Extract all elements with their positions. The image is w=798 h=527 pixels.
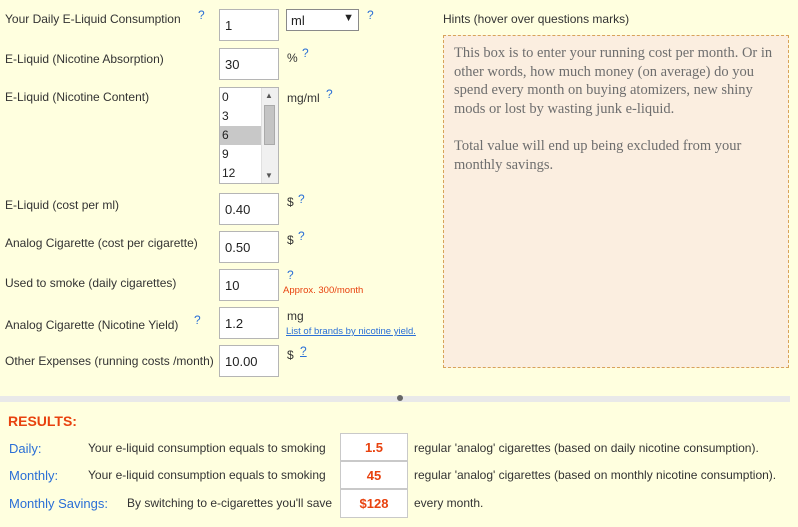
nicotine-yield-unit: mg xyxy=(287,309,304,323)
consumption-unit-select[interactable]: ml ▼ xyxy=(286,9,359,31)
cost-per-ml-input[interactable]: 0.40 xyxy=(219,193,279,225)
hint-paragraph-1: This box is to enter your running cost p… xyxy=(454,45,773,117)
savings-result-value: $128 xyxy=(340,489,408,518)
cost-per-cigarette-help-icon[interactable]: ? xyxy=(298,229,305,243)
section-divider xyxy=(0,395,790,402)
monthly-result-value: 45 xyxy=(340,461,408,489)
divider-handle[interactable] xyxy=(397,395,403,401)
daily-consumption-help-icon[interactable]: ? xyxy=(198,8,205,22)
list-option-selected[interactable]: 6 xyxy=(220,126,262,145)
nicotine-absorption-label: E-Liquid (Nicotine Absorption) xyxy=(5,52,164,66)
hint-paragraph-2: Total value will end up being excluded f… xyxy=(454,138,742,173)
scrollbar-thumb[interactable] xyxy=(264,105,275,145)
daily-cigarettes-note: Approx. 300/month xyxy=(283,285,364,296)
list-option[interactable]: 3 xyxy=(220,107,262,126)
nicotine-content-listbox[interactable]: 0 3 6 9 12 ▲ ▼ xyxy=(219,87,279,184)
daily-cigarettes-input[interactable]: 10 xyxy=(219,269,279,301)
monthly-result-label: Monthly: xyxy=(9,468,59,483)
cost-per-cigarette-label: Analog Cigarette (cost per cigarette) xyxy=(5,236,198,250)
cost-per-ml-label: E-Liquid (cost per ml) xyxy=(5,198,120,212)
hints-title: Hints (hover over questions marks) xyxy=(443,12,630,26)
dropdown-arrow-icon: ▼ xyxy=(343,12,354,24)
daily-cigarettes-help-icon[interactable]: ? xyxy=(287,268,294,282)
cost-per-cigarette-input[interactable]: 0.50 xyxy=(219,231,279,263)
monthly-result-suffix: regular 'analog' cigarettes (based on mo… xyxy=(414,468,777,482)
daily-consumption-input[interactable]: 1 xyxy=(219,9,279,41)
nicotine-absorption-unit: % xyxy=(287,51,298,65)
consumption-unit-value: ml xyxy=(291,12,305,28)
savings-result-prefix: By switching to e-cigarettes you'll save xyxy=(127,496,333,510)
cost-per-ml-help-icon[interactable]: ? xyxy=(298,192,305,206)
cost-per-cigarette-unit: $ xyxy=(287,233,294,247)
nicotine-brands-link[interactable]: List of brands by nicotine yield. xyxy=(286,326,416,337)
nicotine-absorption-input[interactable]: 30 xyxy=(219,48,279,80)
daily-result-suffix: regular 'analog' cigarettes (based on da… xyxy=(414,441,759,455)
savings-result-label: Monthly Savings: xyxy=(9,496,108,511)
nicotine-content-help-icon[interactable]: ? xyxy=(326,87,333,101)
other-expenses-label: Other Expenses (running costs /month) xyxy=(5,354,214,368)
other-expenses-help-icon[interactable]: ? xyxy=(300,344,307,358)
results-title: RESULTS: xyxy=(8,413,77,429)
unit-help-icon[interactable]: ? xyxy=(367,8,374,22)
scroll-up-icon[interactable]: ▲ xyxy=(265,91,273,100)
cost-per-ml-unit: $ xyxy=(287,195,294,209)
list-option[interactable]: 12 xyxy=(220,164,262,183)
other-expenses-input[interactable]: 10.00 xyxy=(219,345,279,377)
list-option[interactable]: 0 xyxy=(220,88,262,107)
listbox-scrollbar[interactable]: ▲ ▼ xyxy=(261,88,278,183)
monthly-result-prefix: Your e-liquid consumption equals to smok… xyxy=(88,468,326,482)
hints-box: This box is to enter your running cost p… xyxy=(443,35,789,368)
other-expenses-unit: $ xyxy=(287,348,294,362)
nicotine-yield-help-icon[interactable]: ? xyxy=(194,313,201,327)
nicotine-absorption-help-icon[interactable]: ? xyxy=(302,46,309,60)
nicotine-content-label: E-Liquid (Nicotine Content) xyxy=(5,90,150,104)
daily-consumption-label: Your Daily E-Liquid Consumption xyxy=(5,12,181,26)
daily-result-prefix: Your e-liquid consumption equals to smok… xyxy=(88,441,326,455)
scroll-down-icon[interactable]: ▼ xyxy=(265,171,273,180)
nicotine-yield-label: Analog Cigarette (Nicotine Yield) xyxy=(5,318,179,332)
daily-result-label: Daily: xyxy=(9,441,42,456)
daily-cigarettes-label: Used to smoke (daily cigarettes) xyxy=(5,276,177,290)
savings-result-suffix: every month. xyxy=(414,496,484,510)
list-option[interactable]: 9 xyxy=(220,145,262,164)
nicotine-content-unit: mg/ml xyxy=(287,91,320,105)
daily-result-value: 1.5 xyxy=(340,433,408,461)
nicotine-yield-input[interactable]: 1.2 xyxy=(219,307,279,339)
